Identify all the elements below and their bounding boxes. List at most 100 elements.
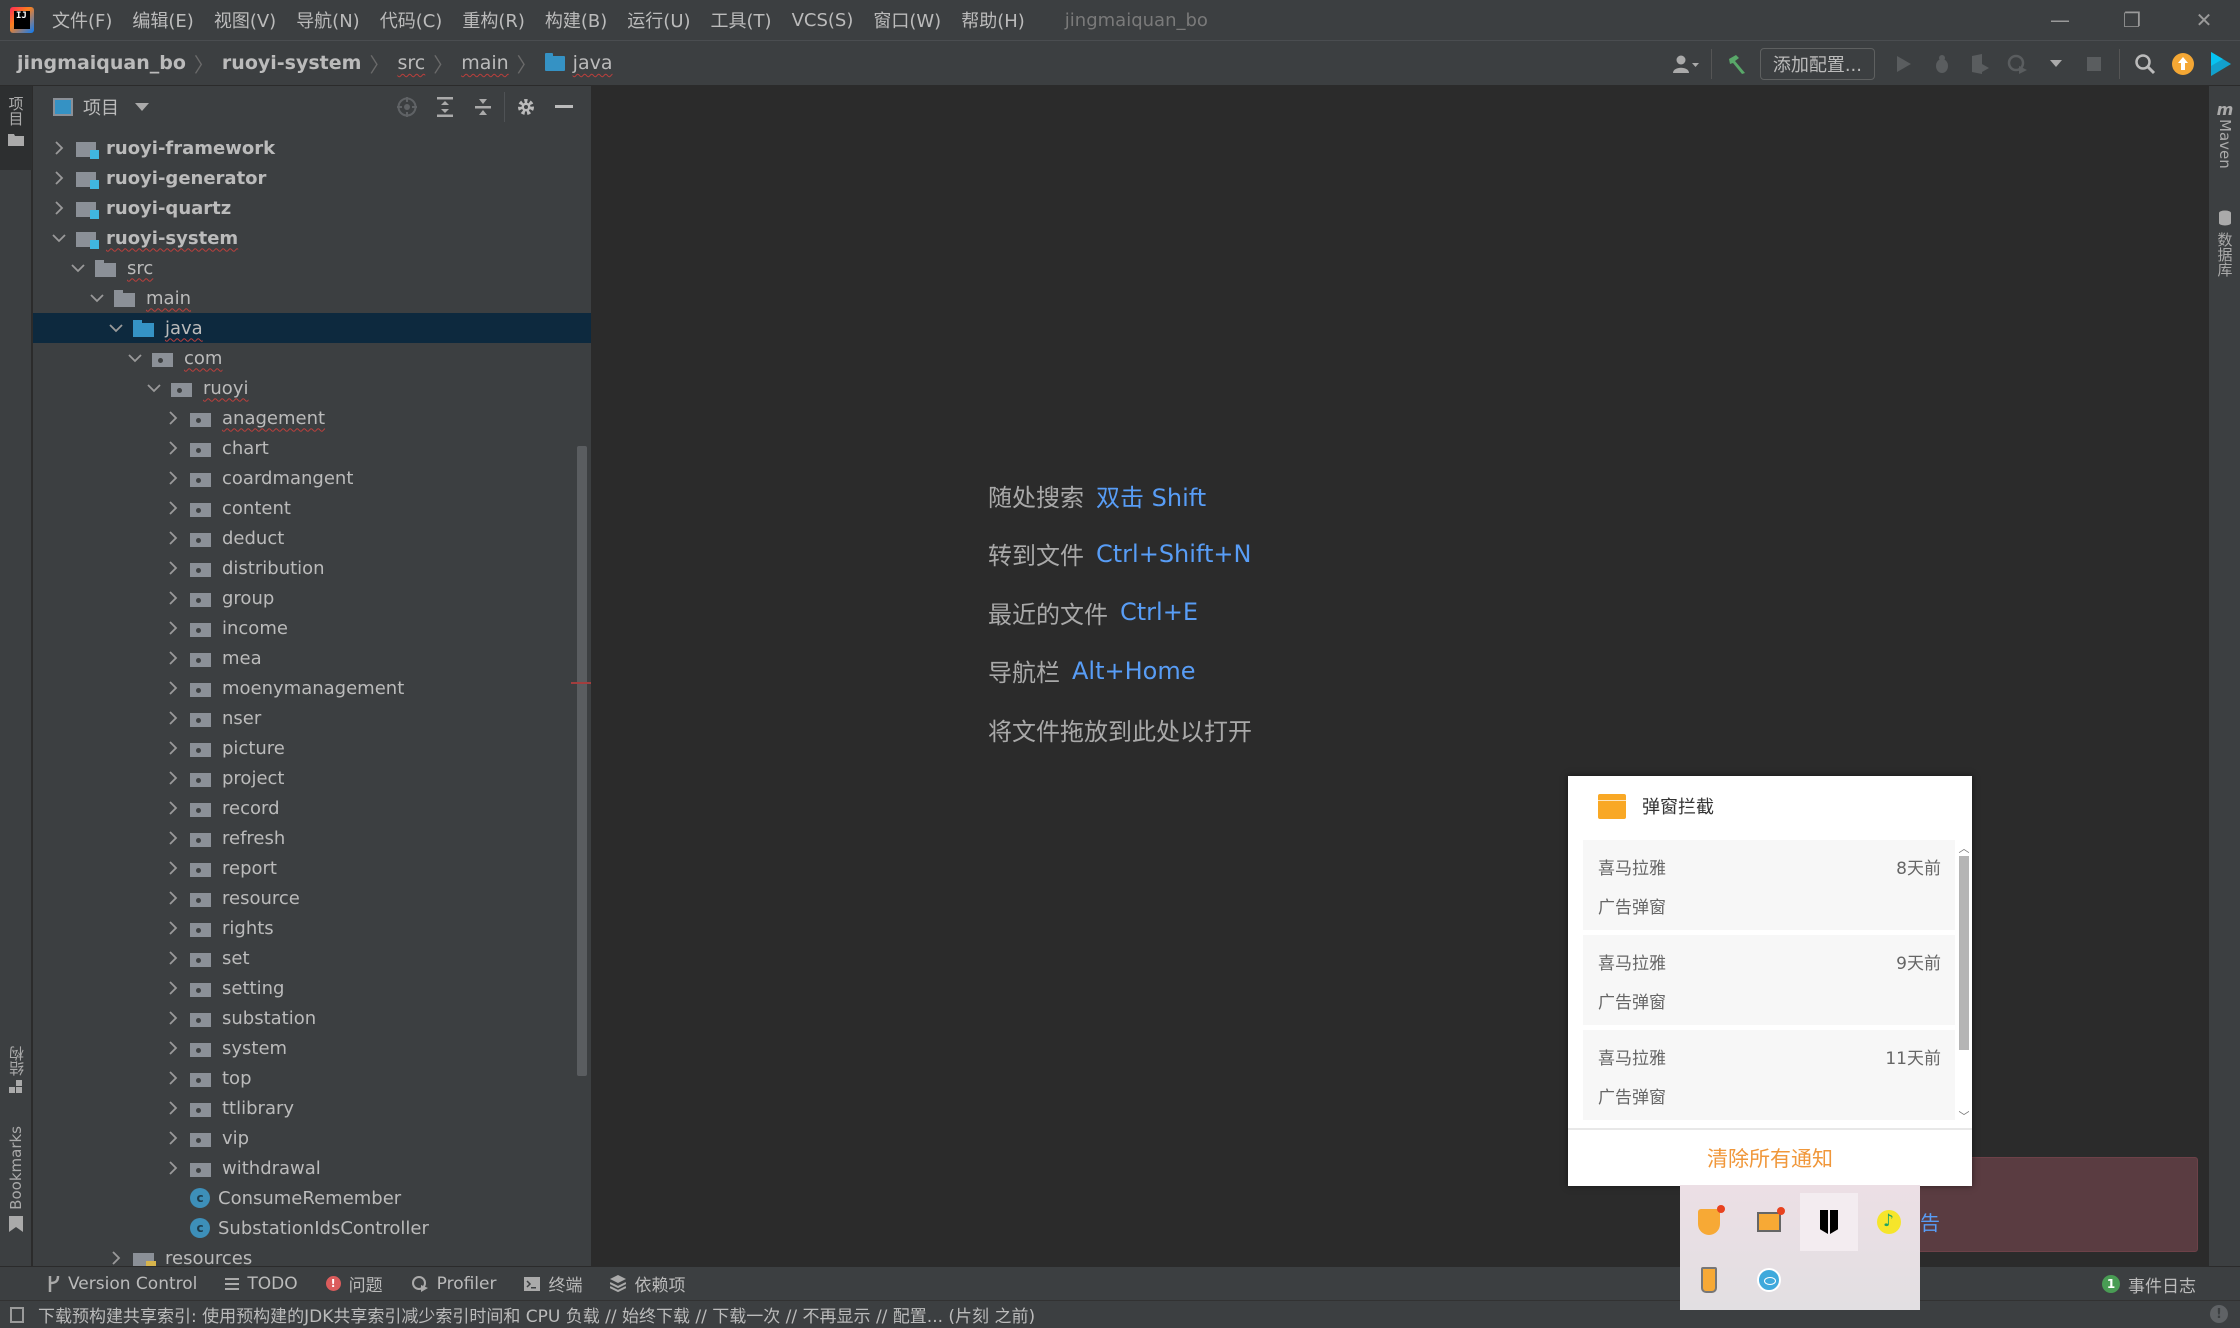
popup-scrollbar[interactable]: ︿ ﹀ (1957, 838, 1971, 1128)
chevron-right-icon[interactable] (164, 709, 182, 727)
tree-row[interactable]: withdrawal (33, 1153, 591, 1183)
structure-tool-tab[interactable]: 结构 (0, 1046, 32, 1116)
tree-row[interactable]: ruoyi-system (33, 223, 591, 253)
tree-row[interactable]: nser (33, 703, 591, 733)
chevron-right-icon[interactable] (164, 1039, 182, 1057)
chevron-down-icon[interactable]: ﹀ (1957, 1108, 1971, 1124)
chevron-right-icon[interactable] (164, 559, 182, 577)
chevron-right-icon[interactable] (164, 859, 182, 877)
tree-scrollbar[interactable] (577, 446, 587, 1076)
chevron-down-icon[interactable] (126, 349, 144, 367)
menu-vcs[interactable]: VCS(S) (792, 10, 854, 31)
project-tool-tab[interactable]: 项目 (0, 86, 32, 170)
chevron-down-icon[interactable] (88, 289, 106, 307)
chevron-right-icon[interactable] (164, 919, 182, 937)
chevron-right-icon[interactable] (164, 1099, 182, 1117)
dependencies-tab[interactable]: 依赖项 (610, 1271, 685, 1296)
chevron-right-icon[interactable] (107, 1249, 125, 1266)
tree-row[interactable]: java (33, 313, 591, 343)
tray-item[interactable] (1740, 1193, 1798, 1251)
chevron-down-icon[interactable] (50, 229, 68, 247)
tree-row[interactable]: rights (33, 913, 591, 943)
chevron-right-icon[interactable] (164, 439, 182, 457)
tree-row[interactable]: ttlibrary (33, 1093, 591, 1123)
project-view-selector[interactable]: 项目 (83, 94, 119, 120)
breadcrumb-module[interactable]: ruoyi-system (222, 52, 362, 74)
tree-row[interactable]: src (33, 253, 591, 283)
chevron-up-icon[interactable]: ︿ (1957, 840, 1971, 856)
chevron-right-icon[interactable] (164, 649, 182, 667)
menu-tools[interactable]: 工具(T) (711, 7, 772, 33)
locate-file-icon[interactable] (388, 92, 426, 122)
tree-row[interactable]: anagement (33, 403, 591, 433)
chevron-right-icon[interactable] (50, 199, 68, 217)
chevron-right-icon[interactable] (164, 889, 182, 907)
tree-row[interactable]: moenymanagement (33, 673, 591, 703)
chevron-right-icon[interactable] (164, 1129, 182, 1147)
tree-row[interactable]: ruoyi-framework (33, 133, 591, 163)
popup-scroll-thumb[interactable] (1959, 856, 1969, 1050)
notification-item[interactable]: 喜马拉雅 11天前 广告弹窗 (1583, 1030, 1955, 1120)
ide-alert-icon[interactable]: ! (2210, 1305, 2228, 1323)
minimize-button[interactable]: — (2024, 0, 2096, 40)
menu-view[interactable]: 视图(V) (214, 7, 276, 33)
tree-row[interactable]: ruoyi-quartz (33, 193, 591, 223)
menu-edit[interactable]: 编辑(E) (132, 7, 193, 33)
debug-icon[interactable] (1927, 49, 1957, 79)
breadcrumb-project[interactable]: jingmaiquan_bo (17, 52, 186, 74)
status-message[interactable]: 下载预构建共享索引: 使用预构建的JDK共享索引减少索引时间和 CPU 负载 /… (38, 1302, 1035, 1327)
build-hammer-icon[interactable] (1722, 49, 1752, 79)
expand-all-icon[interactable] (426, 92, 464, 122)
clear-all-notifications-button[interactable]: 清除所有通知 (1568, 1128, 1972, 1186)
tree-row[interactable]: setting (33, 973, 591, 1003)
tray-item[interactable] (1800, 1193, 1858, 1251)
tree-row[interactable]: chart (33, 433, 591, 463)
chevron-right-icon[interactable] (164, 1159, 182, 1177)
chevron-right-icon[interactable] (164, 739, 182, 757)
menu-window[interactable]: 窗口(W) (873, 7, 941, 33)
chevron-right-icon[interactable] (164, 949, 182, 967)
database-tool-tab[interactable]: 数据库 (2209, 210, 2240, 310)
notification-item[interactable]: 喜马拉雅 8天前 广告弹窗 (1583, 840, 1955, 930)
tree-row[interactable]: distribution (33, 553, 591, 583)
menu-help[interactable]: 帮助(H) (961, 7, 1025, 33)
tree-row[interactable]: system (33, 1033, 591, 1063)
run-icon[interactable] (1889, 49, 1919, 79)
run-config-dropdown-icon[interactable] (2041, 49, 2071, 79)
search-icon[interactable] (2130, 49, 2160, 79)
tray-item[interactable] (1680, 1193, 1738, 1251)
chevron-right-icon[interactable] (50, 139, 68, 157)
tree-row[interactable]: ruoyi (33, 373, 591, 403)
tree-row[interactable]: c SubstationIdsController (33, 1213, 591, 1243)
chevron-right-icon[interactable] (164, 829, 182, 847)
tree-row[interactable]: refresh (33, 823, 591, 853)
toolbox-icon[interactable] (2206, 49, 2236, 79)
close-button[interactable]: ✕ (2168, 0, 2240, 40)
tree-row[interactable]: top (33, 1063, 591, 1093)
tree-row[interactable]: substation (33, 1003, 591, 1033)
chevron-down-icon[interactable] (145, 379, 163, 397)
chevron-right-icon[interactable] (164, 1069, 182, 1087)
problems-tab[interactable]: ! 问题 (325, 1271, 383, 1296)
bookmarks-tool-tab[interactable]: Bookmarks (0, 1126, 32, 1256)
chevron-right-icon[interactable] (164, 409, 182, 427)
tray-item[interactable] (1680, 1251, 1738, 1309)
gear-icon[interactable] (507, 92, 545, 122)
tree-row[interactable]: resource (33, 883, 591, 913)
tree-row[interactable]: coardmangent (33, 463, 591, 493)
notification-item[interactable]: 喜马拉雅 9天前 广告弹窗 (1583, 935, 1955, 1025)
tree-row[interactable]: com (33, 343, 591, 373)
chevron-down-icon[interactable] (135, 103, 149, 111)
tree-row[interactable]: content (33, 493, 591, 523)
tree-row[interactable]: c ConsumeRemember (33, 1183, 591, 1213)
restore-button[interactable]: ❐ (2096, 0, 2168, 40)
coverage-icon[interactable] (1965, 49, 1995, 79)
chevron-right-icon[interactable] (164, 529, 182, 547)
chevron-right-icon[interactable] (164, 679, 182, 697)
chevron-right-icon[interactable] (164, 799, 182, 817)
tree-row[interactable]: set (33, 943, 591, 973)
tree-row[interactable]: income (33, 613, 591, 643)
hide-panel-icon[interactable] (545, 92, 583, 122)
tree-row[interactable]: group (33, 583, 591, 613)
event-log-tab[interactable]: 1 事件日志 (2102, 1267, 2196, 1301)
